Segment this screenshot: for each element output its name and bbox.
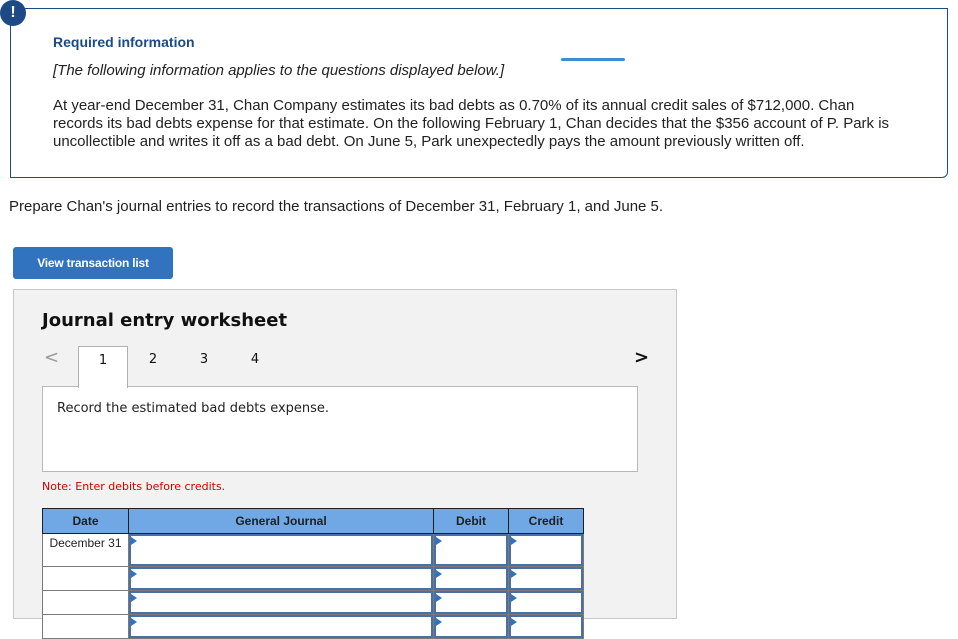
account-cell (128, 614, 434, 639)
required-information-box: ! Required information [The following in… (0, 0, 948, 178)
credit-input[interactable] (509, 567, 583, 590)
view-transaction-list-button[interactable]: View transaction list (13, 247, 173, 279)
header-credit: Credit (508, 508, 584, 534)
required-info-body: At year-end December 31, Chan Company es… (53, 97, 890, 150)
table-row (42, 566, 584, 591)
date-cell (42, 614, 129, 639)
tab-1[interactable]: 1 (78, 346, 128, 388)
tab-4[interactable]: 4 (230, 346, 280, 386)
debit-input[interactable] (434, 615, 508, 638)
debit-input[interactable] (434, 591, 508, 614)
instruction-panel: Record the estimated bad debts expense. (42, 386, 638, 472)
debit-cell (433, 590, 509, 615)
journal-table: Date General Journal Debit Credit Decemb… (42, 508, 584, 639)
credit-input[interactable] (509, 591, 583, 614)
required-info-subtitle: [The following information applies to th… (53, 62, 505, 79)
journal-entry-worksheet: Journal entry worksheet < 1 2 3 4 > Reco… (13, 289, 677, 639)
account-select[interactable] (129, 567, 433, 590)
credit-cell (508, 533, 584, 567)
note-text: Note: Enter debits before credits. (42, 480, 226, 493)
account-select[interactable] (129, 615, 433, 638)
date-cell: December 31 (42, 533, 129, 567)
required-info-title: Required information (53, 34, 195, 50)
account-select[interactable] (129, 591, 433, 614)
credit-cell (508, 614, 584, 639)
tab-2[interactable]: 2 (128, 346, 178, 386)
table-row: December 31 (42, 533, 584, 567)
alert-icon: ! (0, 0, 26, 26)
debit-cell (433, 533, 509, 567)
chevron-right-icon[interactable]: > (634, 347, 649, 368)
credit-input[interactable] (509, 615, 583, 638)
instruction-text: Record the estimated bad debts expense. (57, 401, 330, 416)
credit-cell (508, 566, 584, 591)
table-row (42, 590, 584, 615)
debit-cell (433, 566, 509, 591)
date-cell (42, 590, 129, 615)
credit-cell (508, 590, 584, 615)
tab-3[interactable]: 3 (179, 346, 229, 386)
table-row (42, 614, 584, 639)
chevron-left-icon[interactable]: < (44, 347, 59, 368)
date-cell (42, 566, 129, 591)
debit-input[interactable] (434, 567, 508, 590)
credit-input[interactable] (509, 534, 583, 566)
header-date: Date (42, 508, 129, 534)
account-cell (128, 566, 434, 591)
decorative-divider (561, 58, 625, 61)
header-debit: Debit (433, 508, 509, 534)
question-prompt: Prepare Chan's journal entries to record… (9, 198, 664, 215)
header-general-journal: General Journal (128, 508, 434, 534)
debit-cell (433, 614, 509, 639)
account-select[interactable] (129, 534, 433, 566)
account-cell (128, 590, 434, 615)
debit-input[interactable] (434, 534, 508, 566)
worksheet-title: Journal entry worksheet (42, 310, 288, 331)
account-cell (128, 533, 434, 567)
